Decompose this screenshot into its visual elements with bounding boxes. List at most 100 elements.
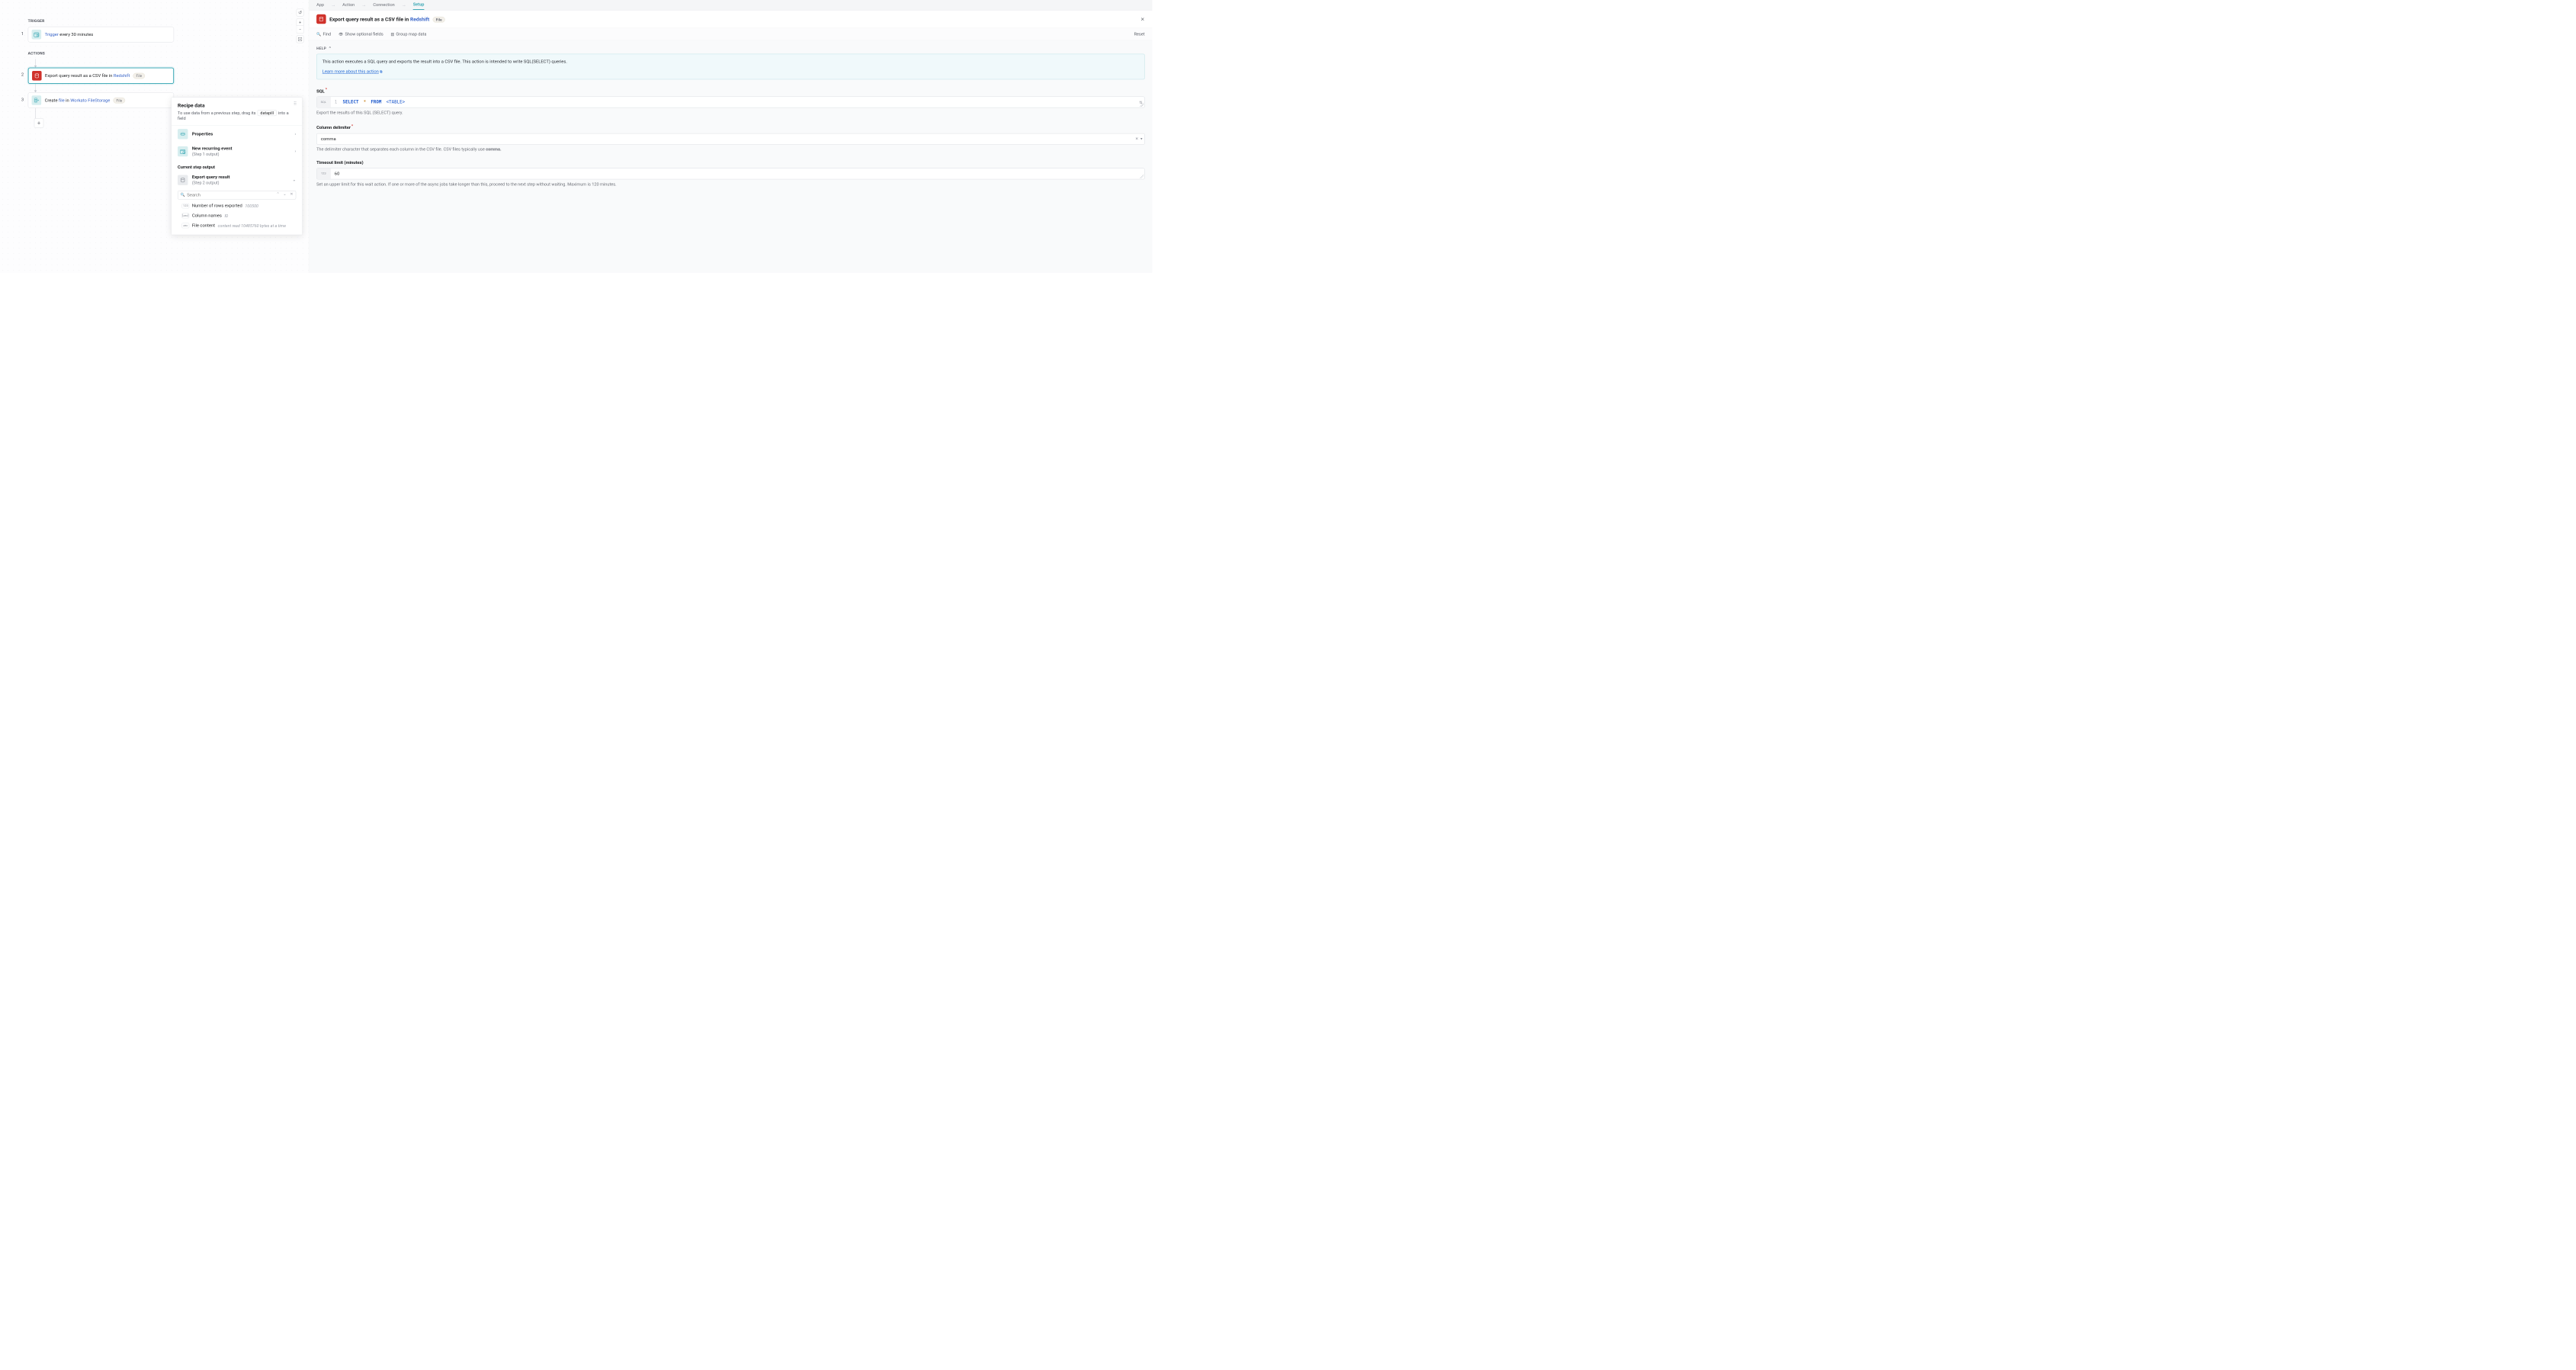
recipe-data-title: Recipe data (178, 102, 296, 108)
chevron-right-icon: → (361, 2, 366, 8)
help-callout: This action executes a SQL query and exp… (316, 54, 1144, 80)
datapill-row-columns[interactable]: [ᴀʙᴄ] Column names ID (172, 210, 302, 220)
chevron-right-icon: → (331, 2, 335, 8)
step-text: Trigger every 30 minutes (45, 32, 94, 37)
actions-section-label: ACTIONS (28, 51, 174, 56)
step-number: 2 (17, 68, 27, 78)
datapill-name: File content (192, 223, 215, 229)
sql-field: SQL* SQL 1 SELECT * FROM <TABLE> ⇅ Expor… (316, 87, 1144, 116)
datapill-name: Number of rows exported (192, 204, 242, 209)
chevron-up-icon: ⌃ (329, 46, 332, 50)
show-optional-button[interactable]: 👁Show optional fields (338, 32, 383, 37)
drag-handle-icon[interactable]: ⠿ (294, 101, 297, 107)
select-value: comma (317, 133, 1145, 144)
datapill-row-filecontent[interactable]: ᴀʙᴄ File content content read 10485760 b… (172, 220, 302, 230)
list-item-label: New recurring event (192, 146, 290, 151)
app-name: Redshift (410, 16, 429, 22)
datatype-badge-string: ᴀʙᴄ (181, 223, 189, 229)
step-row-3: 3 Create file in Workato FileStorage Fil… (17, 92, 174, 108)
recipe-data-subtitle: To use data from a previous step, drag i… (178, 110, 296, 121)
datapill-example: content read 10485760 bytes at a time (218, 223, 286, 228)
prev-match-button[interactable]: ⌃ (275, 191, 281, 196)
trigger-desc: every 30 minutes (59, 32, 93, 37)
chevron-down-icon: ⌄ (292, 178, 296, 183)
clear-search-button[interactable]: ✕ (288, 191, 294, 196)
redshift-icon (32, 71, 42, 81)
columns-icon: ▥ (391, 32, 395, 37)
delimiter-field: Column delimiter* comma ✕ ▾ The delimite… (316, 124, 1144, 152)
chevron-right-icon: › (295, 149, 297, 154)
sort-icon[interactable]: ⇅ (1139, 100, 1142, 104)
filestorage-icon (32, 95, 42, 105)
timeout-field: Timeout limit (minutes) 123 60 Set an up… (316, 160, 1144, 188)
panel-titlebar: Export query result as a CSV file in Red… (309, 10, 1152, 28)
step-text: Export query result as a CSV file in Red… (45, 72, 145, 79)
step-desc-pre: Export query result as a CSV file in (45, 73, 114, 79)
step-app: Redshift (114, 73, 130, 79)
recipe-item-properties[interactable]: Properties › (172, 126, 302, 143)
next-match-button[interactable]: ⌄ (281, 191, 287, 196)
find-button[interactable]: 🔍Find (316, 32, 331, 37)
required-indicator: * (351, 124, 353, 128)
tab-connection[interactable]: Connection (373, 0, 394, 9)
list-item-sublabel: (Step 1 output) (192, 152, 290, 156)
undo-button[interactable]: ↺ (297, 9, 304, 17)
close-panel-button[interactable]: ✕ (1140, 16, 1145, 22)
datapill-example: ID (224, 213, 228, 218)
properties-icon (178, 129, 188, 139)
step-text: Create file in Workato FileStorage File (45, 98, 126, 104)
chevron-down-icon[interactable]: ▾ (1140, 136, 1142, 141)
datatype-badge-number: 123 (181, 204, 189, 208)
timeout-input[interactable]: 123 60 (316, 168, 1144, 179)
sql-input[interactable]: SQL 1 SELECT * FROM <TABLE> ⇅ (316, 97, 1144, 108)
step-number: 3 (17, 92, 27, 102)
group-map-button[interactable]: ▥Group map data (391, 32, 427, 37)
wizard-tabs: App → Action → Connection → Setup (309, 0, 1152, 10)
flow-column: TRIGGER 1 Trigger every 30 minutes ACTIO… (17, 19, 174, 128)
field-help: The delimiter character that separates e… (316, 146, 1144, 152)
number-badge-icon: 123 (317, 168, 331, 179)
line-number: 1 (335, 100, 343, 105)
zoom-out-button[interactable]: − (297, 26, 304, 34)
step-row-2: 2 Export query result as a CSV file in R… (17, 68, 174, 84)
external-link-icon: ⧉ (380, 70, 382, 74)
help-toggle[interactable]: HELP ⌃ (316, 46, 1144, 50)
required-indicator: * (326, 87, 327, 91)
panel-body: HELP ⌃ This action executes a SQL query … (309, 40, 1152, 273)
redshift-icon-grey (178, 175, 188, 184)
chevron-right-icon: → (402, 2, 406, 8)
tab-app[interactable]: App (316, 0, 324, 9)
add-step-button[interactable]: + (34, 118, 44, 128)
step-app: Workato FileStorage (70, 98, 110, 103)
reset-button[interactable]: Reset (1134, 32, 1144, 37)
trigger-section-label: TRIGGER (28, 19, 174, 24)
panel-title: Export query result as a CSV file in Red… (329, 16, 445, 22)
canvas-controls: ↺ + − (297, 9, 304, 43)
field-help: Export the results of this SQL (SELECT) … (316, 110, 1144, 116)
field-label: Column delimiter (316, 126, 351, 131)
recipe-data-header: ⠿ Recipe data To use data from a previou… (172, 98, 302, 126)
recipe-data-panel: ⠿ Recipe data To use data from a previou… (172, 97, 303, 235)
datapill-row-rows[interactable]: 123 Number of rows exported 100500 (172, 201, 302, 210)
search-datapill-wrap: 🔍 ⌃ ⌄ ✕ (178, 191, 296, 200)
fit-view-button[interactable] (297, 36, 304, 43)
zoom-in-button[interactable]: + (297, 18, 304, 26)
help-text: This action executes a SQL query and exp… (322, 58, 1139, 65)
recipe-item-export-result[interactable]: Export query result (Step 2 output) ⌄ (172, 172, 302, 189)
current-output-label: Current step output (172, 160, 302, 172)
step-row-1: 1 Trigger every 30 minutes (17, 27, 174, 43)
resize-handle[interactable] (1140, 175, 1144, 178)
export-step-card[interactable]: Export query result as a CSV file in Red… (28, 68, 174, 84)
tab-setup[interactable]: Setup (413, 0, 425, 10)
setup-panel: App → Action → Connection → Setup Export… (309, 0, 1153, 273)
learn-more-link[interactable]: Learn more about this action (322, 69, 379, 75)
trigger-step-card[interactable]: Trigger every 30 minutes (28, 27, 174, 43)
create-file-step-card[interactable]: Create file in Workato FileStorage File (28, 92, 174, 108)
step-object: file (59, 98, 65, 103)
delimiter-select[interactable]: comma ✕ ▾ (316, 133, 1144, 145)
list-item-label: Properties (192, 131, 290, 136)
recipe-item-recurring-event[interactable]: New recurring event (Step 1 output) › (172, 143, 302, 160)
clear-icon[interactable]: ✕ (1135, 136, 1138, 141)
file-pill: File (433, 17, 445, 23)
tab-action[interactable]: Action (342, 0, 354, 9)
